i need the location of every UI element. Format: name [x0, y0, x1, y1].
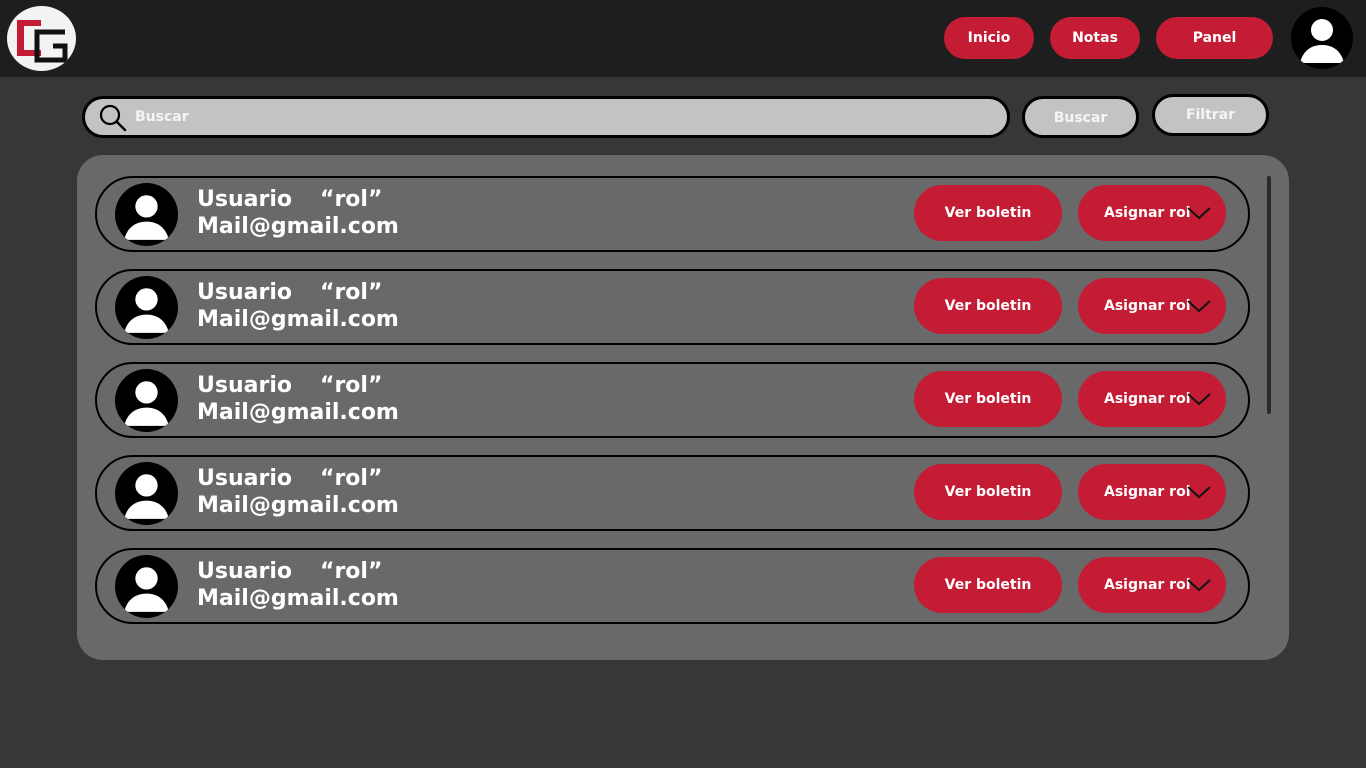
user-avatar-icon	[115, 183, 178, 246]
user-role: “rol”	[320, 373, 383, 398]
user-avatar-icon[interactable]	[1291, 7, 1353, 69]
chevron-down-icon	[1187, 393, 1211, 406]
user-avatar-icon	[115, 462, 178, 525]
user-avatar-icon	[115, 369, 178, 432]
top-bar: Inicio Notas Panel	[0, 0, 1366, 77]
view-bulletin-button[interactable]: Ver boletin	[914, 464, 1062, 520]
search-button[interactable]: Buscar	[1022, 96, 1139, 138]
user-row: Usuario “rol” Mail@gmail.com Ver boletin…	[95, 362, 1250, 438]
assign-role-label: Asignar rol	[1104, 484, 1191, 500]
nav-notas-button[interactable]: Notas	[1050, 17, 1140, 59]
user-row: Usuario “rol” Mail@gmail.com Ver boletin…	[95, 176, 1250, 252]
assign-role-label: Asignar rol	[1104, 298, 1191, 314]
user-role: “rol”	[320, 559, 383, 584]
user-role: “rol”	[320, 280, 383, 305]
nav-panel-button[interactable]: Panel	[1156, 17, 1273, 59]
chevron-down-icon	[1187, 207, 1211, 220]
user-name: Usuario	[197, 373, 292, 398]
user-avatar-icon	[115, 555, 178, 618]
view-bulletin-button[interactable]: Ver boletin	[914, 185, 1062, 241]
user-role: “rol”	[320, 187, 383, 212]
scrollbar[interactable]	[1267, 176, 1271, 414]
user-row: Usuario “rol” Mail@gmail.com Ver boletin…	[95, 269, 1250, 345]
assign-role-label: Asignar rol	[1104, 577, 1191, 593]
search-input[interactable]	[135, 99, 995, 135]
user-name: Usuario	[197, 187, 292, 212]
view-bulletin-button[interactable]: Ver boletin	[914, 278, 1062, 334]
filter-button[interactable]: Filtrar	[1152, 94, 1269, 136]
chevron-down-icon	[1187, 579, 1211, 592]
search-icon	[99, 104, 127, 132]
chevron-down-icon	[1187, 486, 1211, 499]
user-email: Mail@gmail.com	[197, 214, 399, 239]
user-email: Mail@gmail.com	[197, 307, 399, 332]
user-email: Mail@gmail.com	[197, 493, 399, 518]
search-bar	[82, 96, 1010, 138]
user-name: Usuario	[197, 466, 292, 491]
nav-inicio-button[interactable]: Inicio	[944, 17, 1034, 59]
user-name: Usuario	[197, 559, 292, 584]
assign-role-label: Asignar rol	[1104, 391, 1191, 407]
assign-role-button[interactable]: Asignar rol	[1078, 185, 1226, 241]
assign-role-label: Asignar rol	[1104, 205, 1191, 221]
user-avatar-icon	[115, 276, 178, 339]
view-bulletin-button[interactable]: Ver boletin	[914, 557, 1062, 613]
user-row: Usuario “rol” Mail@gmail.com Ver boletin…	[95, 455, 1250, 531]
assign-role-button[interactable]: Asignar rol	[1078, 371, 1226, 427]
assign-role-button[interactable]: Asignar rol	[1078, 464, 1226, 520]
user-row: Usuario “rol” Mail@gmail.com Ver boletin…	[95, 548, 1250, 624]
assign-role-button[interactable]: Asignar rol	[1078, 278, 1226, 334]
user-email: Mail@gmail.com	[197, 586, 399, 611]
cg-logo-icon[interactable]	[7, 6, 76, 71]
user-role: “rol”	[320, 466, 383, 491]
view-bulletin-button[interactable]: Ver boletin	[914, 371, 1062, 427]
assign-role-button[interactable]: Asignar rol	[1078, 557, 1226, 613]
user-name: Usuario	[197, 280, 292, 305]
chevron-down-icon	[1187, 300, 1211, 313]
user-email: Mail@gmail.com	[197, 400, 399, 425]
